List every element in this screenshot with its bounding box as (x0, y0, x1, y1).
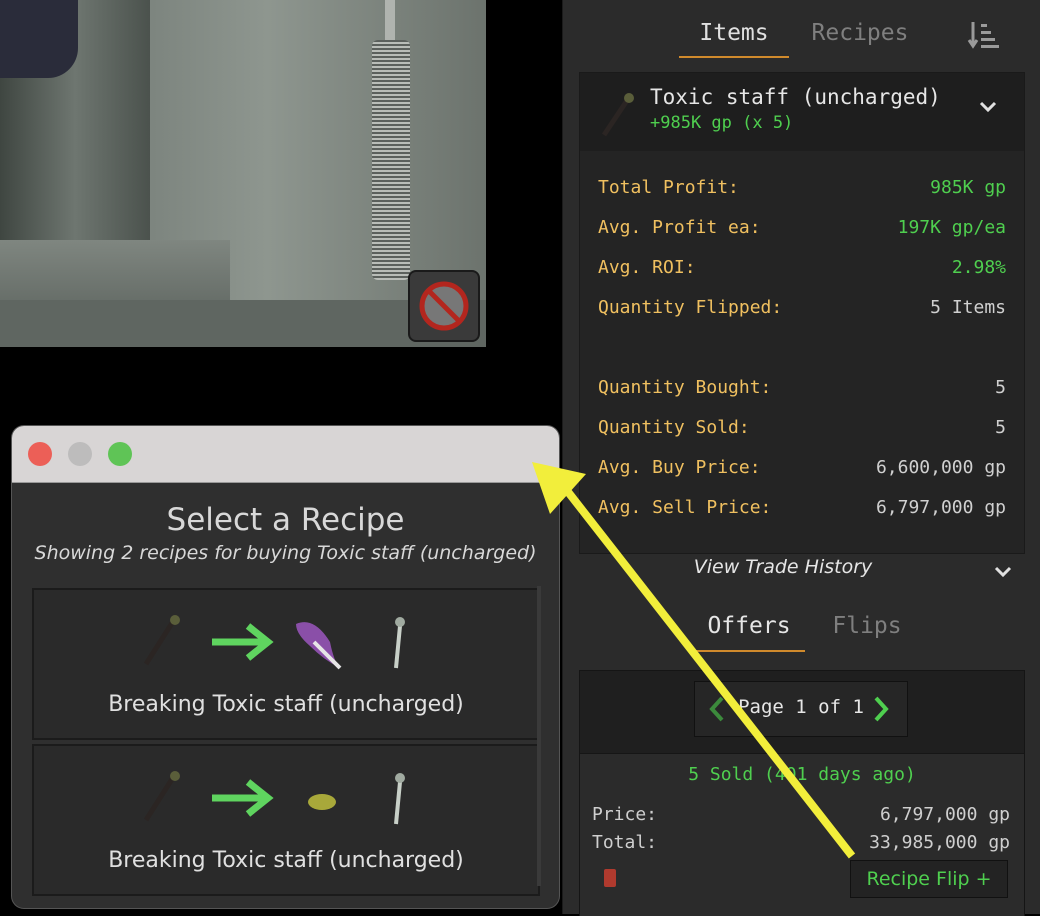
item-name: Toxic staff (uncharged) (650, 85, 941, 109)
recipe-label: Breaking Toxic staff (uncharged) (108, 692, 464, 717)
game-scene-coil (372, 40, 410, 280)
recipe-icons (143, 771, 405, 825)
offer-total-label: Total: (592, 832, 658, 853)
stat-value: 6,797,000 gp (875, 497, 1006, 518)
chevron-down-icon (993, 562, 1013, 586)
trash-icon[interactable] (604, 869, 616, 887)
stat-value: 985K gp (930, 177, 1006, 198)
stat-label: Avg. ROI: (598, 257, 696, 278)
stat-total-profit: Total Profit: 985K gp (598, 177, 1006, 201)
zulrah-scales-icon (308, 794, 336, 810)
toxic-staff-icon (598, 89, 638, 143)
toxic-staff-icon (143, 615, 180, 666)
flipping-panel: Items Recipes Toxic staff (uncharged) +9… (562, 0, 1040, 916)
recipe-icons (143, 615, 405, 670)
tab-offers[interactable]: Offers (693, 606, 805, 652)
battlestaff-icon (394, 773, 405, 825)
toxic-staff-icon (143, 771, 180, 822)
chevron-right-icon[interactable] (873, 696, 889, 726)
blocked-icon[interactable] (408, 270, 480, 342)
stat-value: 5 (995, 417, 1006, 438)
dialog-subtitle: Showing 2 recipes for buying Toxic staff… (34, 542, 537, 564)
offer-price-label: Price: (592, 804, 658, 825)
chevron-down-icon[interactable] (978, 97, 998, 121)
stat-label: Quantity Sold: (598, 417, 750, 438)
stat-value: 6,600,000 gp (875, 457, 1006, 478)
arrow-right-icon (212, 779, 274, 817)
item-profit-summary: +985K gp (x 5) (650, 113, 794, 133)
stat-label: Quantity Bought: (598, 377, 772, 398)
recipe-label: Breaking Toxic staff (uncharged) (108, 848, 464, 873)
offer-status: 5 Sold (401 days ago) (688, 764, 916, 785)
offer-price-value: 6,797,000 gp (879, 804, 1010, 825)
close-window-button[interactable] (28, 442, 52, 466)
offer-entry: 5 Sold (401 days ago) Price: 6,797,000 g… (580, 753, 1024, 916)
stat-quantity-flipped: Quantity Flipped: 5 Items (598, 297, 1006, 321)
magic-fang-icon (296, 622, 342, 670)
stat-label: Avg. Buy Price: (598, 457, 761, 478)
game-viewport[interactable] (0, 0, 486, 347)
stat-avg-sell-price: Avg. Sell Price: 6,797,000 gp (598, 497, 1006, 521)
zoom-window-button[interactable] (108, 442, 132, 466)
stat-label: Avg. Sell Price: (598, 497, 772, 518)
offer-total-value: 33,985,000 gp (869, 832, 1010, 853)
game-scene-shadow (0, 0, 78, 78)
item-card: Toxic staff (uncharged) +985K gp (x 5) T… (579, 72, 1025, 554)
minimize-window-button[interactable] (68, 442, 92, 466)
tab-recipes[interactable]: Recipes (805, 16, 915, 56)
stat-label: Total Profit: (598, 177, 739, 198)
stat-label: Avg. Profit ea: (598, 217, 761, 238)
stat-value: 2.98% (951, 257, 1006, 278)
arrow-right-icon (212, 623, 274, 661)
stat-avg-profit: Avg. Profit ea: 197K gp/ea (598, 217, 1006, 241)
stat-quantity-sold: Quantity Sold: 5 (598, 417, 1006, 441)
recipe-option[interactable]: Breaking Toxic staff (uncharged) (32, 588, 540, 740)
view-trade-history-toggle[interactable]: View Trade History (579, 552, 1023, 588)
stat-value: 197K gp/ea (897, 217, 1006, 238)
view-trade-history-label: View Trade History (693, 556, 873, 578)
recipe-option[interactable]: Breaking Toxic staff (uncharged) (32, 744, 540, 896)
stat-quantity-bought: Quantity Bought: 5 (598, 377, 1006, 401)
stat-label: Quantity Flipped: (598, 297, 783, 318)
select-recipe-dialog: Select a Recipe Showing 2 recipes for bu… (12, 426, 559, 908)
stat-value: 5 (995, 377, 1006, 398)
recipe-flip-button[interactable]: Recipe Flip + (850, 860, 1008, 898)
stat-avg-roi: Avg. ROI: 2.98% (598, 257, 1006, 281)
stat-value: 5 Items (930, 297, 1006, 318)
dialog-scrollbar[interactable] (537, 586, 541, 886)
stat-avg-buy-price: Avg. Buy Price: 6,600,000 gp (598, 457, 1006, 481)
battlestaff-icon (394, 617, 405, 669)
dialog-title: Select a Recipe (166, 502, 405, 538)
item-card-header[interactable]: Toxic staff (uncharged) +985K gp (x 5) (580, 73, 1024, 151)
sort-icon[interactable] (967, 18, 1001, 56)
tab-flips[interactable]: Flips (817, 606, 917, 650)
dialog-titlebar[interactable] (12, 426, 559, 483)
tab-items[interactable]: Items (679, 16, 789, 58)
offers-list: Page 1 of 1 5 Sold (401 days ago) Price:… (579, 670, 1025, 916)
pagination: Page 1 of 1 (694, 681, 908, 737)
